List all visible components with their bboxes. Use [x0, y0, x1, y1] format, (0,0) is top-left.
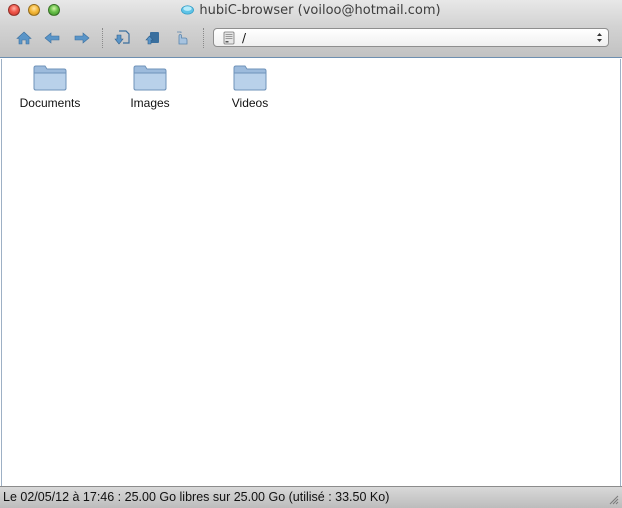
folder-icon [133, 65, 167, 91]
share-icon [177, 31, 188, 45]
forward-button[interactable] [72, 28, 92, 48]
folder-label: Documents [19, 96, 81, 110]
forward-arrow-icon [74, 32, 90, 44]
window-title-bar: hubiC-browser (voiloo@hotmail.com) [0, 3, 622, 19]
download-icon [114, 30, 130, 45]
folder-icon [233, 65, 267, 91]
window-title: hubiC-browser (voiloo@hotmail.com) [199, 3, 441, 18]
status-bar: Le 02/05/12 à 17:46 : 25.00 Go libres su… [0, 486, 622, 508]
file-browser-area: Documents Images Videos [1, 59, 621, 486]
app-window: hubiC-browser (voiloo@hotmail.com) / Doc… [0, 0, 622, 508]
folder-icon [33, 65, 67, 91]
back-arrow-icon [44, 32, 60, 44]
folder-item-images[interactable]: Images [110, 63, 190, 110]
hubic-logo-icon [181, 5, 195, 15]
folder-item-documents[interactable]: Documents [10, 63, 90, 110]
status-text: Le 02/05/12 à 17:46 : 25.00 Go libres su… [3, 490, 390, 504]
path-value: / [242, 30, 247, 45]
folder-item-videos[interactable]: Videos [210, 63, 290, 110]
folder-label: Images [130, 96, 170, 110]
title-toolbar: hubiC-browser (voiloo@hotmail.com) / [0, 0, 622, 58]
path-selector[interactable]: / [213, 28, 609, 47]
upload-icon [145, 32, 159, 45]
toolbar-separator [102, 28, 104, 48]
download-button[interactable] [112, 28, 132, 48]
upload-button[interactable] [142, 28, 162, 48]
chevron-updown-icon [597, 33, 602, 42]
resize-grip-icon[interactable] [607, 493, 619, 505]
folder-label: Videos [231, 96, 269, 110]
home-button[interactable] [14, 28, 34, 48]
drive-icon [223, 31, 235, 44]
share-button[interactable] [172, 28, 192, 48]
back-button[interactable] [42, 28, 62, 48]
toolbar-separator [203, 28, 205, 48]
home-icon [16, 31, 32, 45]
